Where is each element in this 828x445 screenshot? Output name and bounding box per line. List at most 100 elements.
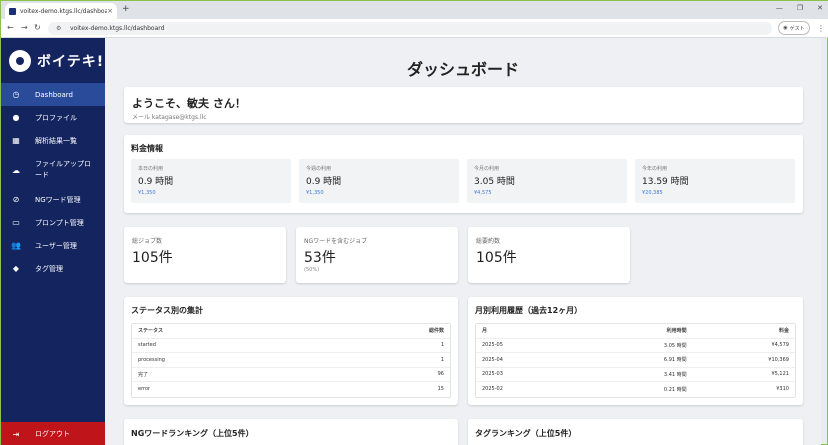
status-cell: processing [138, 356, 165, 363]
browser-tab[interactable]: voitex-demo.ktgs.llc/dashboard × [5, 3, 117, 19]
stat-ng-jobs: NGワードを含むジョブ 53件 (50%) [296, 227, 458, 283]
tag-ranking-card: タグランキング（上位5件） [468, 419, 803, 445]
count-cell: 1 [440, 342, 444, 349]
fee-card: 料金情報 本日の利用 0.9 時間 ¥1,350 今週の利用 0.9 時間 ¥1… [124, 135, 803, 213]
sidebar-item-label: ファイルアップロード [35, 160, 91, 179]
month-cell: 2025-05 [482, 342, 503, 349]
maximize-button[interactable]: ❐ [797, 4, 803, 12]
sidebar-item-label: プロンプト管理 [35, 218, 84, 227]
stat-total-summaries: 総要約数 105件 [468, 227, 630, 283]
tag-icon: ◆ [12, 264, 20, 273]
fee-label: 今年の利用 [642, 166, 668, 172]
block-icon: ⊘ [12, 195, 20, 204]
month-cell: 2025-03 [482, 371, 503, 378]
reload-icon[interactable]: ↻ [34, 23, 41, 32]
url-text: voitex-demo.ktgs.llc/dashboard [70, 25, 165, 32]
fee-label: 今月の利用 [474, 166, 500, 172]
browser-menu-icon[interactable]: ⋮ [817, 24, 825, 33]
url-field[interactable]: ⚙ voitex-demo.ktgs.llc/dashboard [48, 22, 772, 35]
sidebar-item-file-upload[interactable]: ☁ ファイルアップロード [1, 152, 105, 188]
sidebar-menu: ◷ Dashboard ● プロファイル ▦ 解析結果一覧 ☁ ファイルアップロ… [1, 83, 105, 280]
table-row: 2025-02 0.21 時間 ¥310 [476, 382, 795, 397]
count-cell: 1 [440, 356, 444, 363]
logout-icon: ⇥ [12, 429, 20, 439]
sidebar-item-label: プロファイル [35, 113, 77, 122]
ng-ranking-card: NGワードランキング（上位5件） [124, 419, 458, 445]
sidebar-item-users[interactable]: 👥 ユーザー管理 [1, 234, 105, 257]
fee-today: 本日の利用 0.9 時間 ¥1,350 [131, 159, 291, 203]
email-text: メール katagase@ktgs.llc [132, 114, 207, 121]
status-table: ステータス 総件数 started 1 processing 1 完了 96 e… [131, 323, 451, 398]
minimize-button[interactable]: — [776, 4, 783, 12]
tab-bar: voitex-demo.ktgs.llc/dashboard × + — ❐ ✕ [1, 1, 828, 19]
sidebar-item-label: Dashboard [35, 90, 73, 99]
stat-label: 総要約数 [476, 238, 501, 245]
fee-amount: ¥20,385 [642, 190, 663, 196]
hours-cell: 3.05 時間 [663, 342, 687, 349]
tab-close-icon[interactable]: × [107, 7, 113, 15]
chat-icon: ▭ [12, 218, 20, 227]
sidebar-item-results[interactable]: ▦ 解析結果一覧 [1, 129, 105, 152]
sidebar-item-ng-words[interactable]: ⊘ NGワード管理 [1, 188, 105, 211]
fee-label: 今週の利用 [306, 166, 332, 172]
fee-amount: ¥1,350 [306, 190, 324, 196]
stat-total-jobs: 総ジョブ数 105件 [124, 227, 286, 283]
stat-value: 105件 [476, 250, 517, 266]
app-logo[interactable]: ボイテキ! [1, 38, 105, 83]
table-header: ステータス 総件数 [132, 324, 450, 339]
status-cell: 完了 [138, 371, 149, 378]
month-cell: 2025-04 [482, 356, 503, 363]
fee-label: 本日の利用 [138, 166, 164, 172]
stat-value: 105件 [132, 250, 173, 266]
column-header: ステータス [138, 328, 164, 335]
table-row: processing 1 [132, 353, 450, 368]
stat-label: 総ジョブ数 [132, 238, 163, 245]
sidebar-item-dashboard[interactable]: ◷ Dashboard [1, 83, 105, 106]
fee-cell: ¥4,579 [771, 342, 789, 349]
back-icon[interactable]: ← [7, 23, 14, 32]
sidebar-item-label: 解析結果一覧 [35, 136, 77, 145]
ng-ranking-title: NGワードランキング（上位5件） [131, 429, 254, 438]
stat-value: 53件 [304, 250, 336, 266]
welcome-card: ようこそ、敏夫 さん！ メール katagase@ktgs.llc [124, 87, 803, 123]
fee-hours: 0.9 時間 [306, 177, 342, 187]
close-window-button[interactable]: ✕ [817, 4, 823, 12]
tab-title: voitex-demo.ktgs.llc/dashboard [20, 7, 108, 15]
status-summary-card: ステータス別の集計 ステータス 総件数 started 1 processing… [124, 297, 458, 405]
welcome-heading: ようこそ、敏夫 さん！ [132, 97, 246, 110]
browser-window: voitex-demo.ktgs.llc/dashboard × + — ❐ ✕… [0, 0, 828, 445]
profile-icon: ◉ [783, 25, 788, 31]
monthly-usage-card: 月別利用履歴（過去12ヶ月） 月 利用時間 料金 2025-05 3.05 時間… [468, 297, 803, 405]
count-cell: 15 [437, 386, 444, 393]
tag-ranking-title: タグランキング（上位5件） [475, 429, 577, 438]
fee-year: 今年の利用 13.59 時間 ¥20,385 [635, 159, 795, 203]
fee-cell: ¥10,369 [768, 356, 789, 363]
sidebar-item-profile[interactable]: ● プロファイル [1, 106, 105, 129]
table-icon: ▦ [12, 136, 20, 145]
guest-profile-button[interactable]: ◉ ゲスト [778, 21, 810, 35]
stat-percent: (50%) [304, 267, 320, 273]
guest-label: ゲスト [789, 25, 805, 32]
clock-icon: ◷ [12, 90, 20, 99]
table-row: 2025-03 3.41 時間 ¥5,121 [476, 368, 795, 382]
hours-cell: 0.21 時間 [663, 386, 687, 393]
table-row: 2025-04 6.91 時間 ¥10,369 [476, 353, 795, 368]
column-header: 利用時間 [666, 328, 687, 335]
logout-label: ログアウト [35, 430, 70, 438]
logout-button[interactable]: ⇥ ログアウト [1, 422, 105, 445]
fee-hours: 0.9 時間 [138, 177, 174, 187]
table-row: 2025-05 3.05 時間 ¥4,579 [476, 339, 795, 353]
logo-text: ボイテキ! [37, 53, 105, 70]
column-header: 月 [482, 328, 488, 335]
status-summary-title: ステータス別の集計 [131, 306, 203, 315]
sidebar-item-prompts[interactable]: ▭ プロンプト管理 [1, 211, 105, 234]
sidebar-item-tags[interactable]: ◆ タグ管理 [1, 257, 105, 280]
sidebar-item-label: ユーザー管理 [35, 241, 77, 250]
person-icon: ● [12, 113, 20, 122]
forward-icon[interactable]: → [21, 23, 28, 32]
sidebar-item-label: タグ管理 [35, 264, 63, 273]
site-info-icon[interactable]: ⚙ [56, 25, 61, 32]
cloud-upload-icon: ☁ [12, 165, 20, 175]
new-tab-button[interactable]: + [122, 4, 130, 14]
monthly-usage-title: 月別利用履歴（過去12ヶ月） [475, 306, 583, 315]
